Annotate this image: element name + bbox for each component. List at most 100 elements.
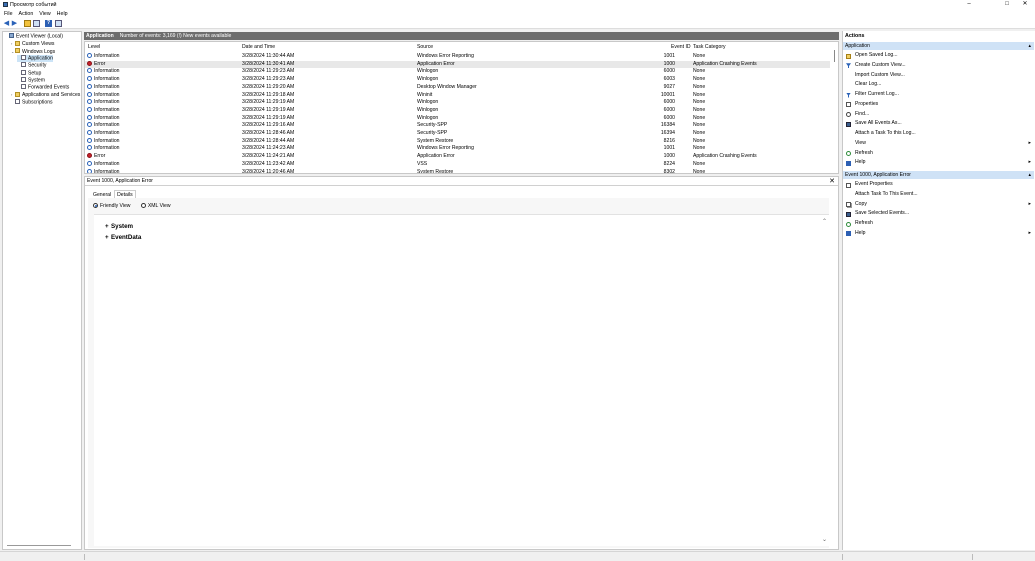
cell-date: 3/28/2024 11:28:44 AM [242,137,295,144]
friendly-view-label: Friendly View [100,203,131,209]
show-hide-tree-icon[interactable] [33,20,40,27]
cell-date: 3/28/2024 11:23:42 AM [242,160,295,167]
table-row[interactable]: Information 3/28/2024 11:20:46 AM System R… [85,168,830,173]
center-panel: Application Number of events: 3,169 (!) N… [84,31,839,550]
cell-date: 3/28/2024 11:28:46 AM [242,130,295,136]
action-create-custom-view[interactable]: Create Custom View... [843,61,1034,71]
tree-item-system[interactable]: System [17,76,45,84]
close-button[interactable]: ✕ [1015,0,1035,10]
close-detail-icon[interactable]: ✕ [829,177,835,186]
table-row[interactable]: Information 3/28/2024 11:29:19 AM Winlogon… [85,106,830,115]
table-row[interactable]: Error 3/28/2024 11:30:41 AM Application Er… [85,60,830,69]
collapse-icon[interactable]: ▴ [1028,42,1031,50]
help-icon[interactable]: ? [45,20,52,27]
table-row[interactable]: Information 3/28/2024 11:29:20 AM Desktop … [85,83,830,92]
column-event-id[interactable]: Event ID [671,44,691,51]
cell-level: Information [94,68,120,75]
action-open-saved-log[interactable]: Open Saved Log... [843,51,1034,61]
tree-item-setup[interactable]: Setup [17,69,41,77]
grid-vertical-scrollbar[interactable] [834,50,835,62]
action-copy[interactable]: Copy ▸ [843,200,1034,210]
tree-item-custom-views[interactable]: › Custom Views [11,40,54,47]
open-log-icon [846,53,851,59]
find-icon [846,112,851,117]
action-save-all-events-as[interactable]: Save All Events As... [843,119,1034,129]
tree-item-windows-logs[interactable]: ⌄ Windows Logs [11,48,55,55]
table-row[interactable]: Information 3/28/2024 11:28:44 AM System R… [85,137,830,146]
action-import-custom-view[interactable]: Import Custom View... [843,71,1034,81]
table-row[interactable]: Information 3/28/2024 11:29:19 AM Winlogon… [85,114,830,123]
maximize-button[interactable]: □ [997,0,1017,10]
scroll-down-icon[interactable]: ⌄ [822,536,827,543]
folder-up-icon[interactable] [24,20,31,27]
table-row[interactable]: Information 3/28/2024 11:24:23 AM Windows … [85,145,830,153]
action-find[interactable]: Find... [843,110,1034,120]
actions-section-header[interactable]: Application ▴ [843,42,1034,50]
cell-event-id: 6003 [663,76,675,83]
friendly-view-radio[interactable]: Friendly View [93,202,130,210]
action-filter-current-log[interactable]: Filter Current Log... [843,90,1034,100]
section-eventdata[interactable]: + EventData [105,234,141,241]
information-icon [87,122,92,128]
column-level[interactable]: Level [88,44,100,51]
save-icon [846,211,851,217]
filter-icon [846,63,851,69]
action-event-properties[interactable]: Event Properties [843,180,1034,190]
tree-item-forwarded-events[interactable]: Forwarded Events [17,84,69,91]
table-row[interactable]: Information 3/28/2024 11:29:23 AM Winlogon… [85,76,830,84]
action-label: Help [855,229,866,236]
cell-source: Winlogon [417,68,439,75]
tree-item-subscriptions[interactable]: Subscriptions [11,98,53,106]
table-row[interactable]: Error 3/28/2024 11:24:21 AM Application Er… [85,153,830,161]
status-divider [84,554,85,560]
table-row[interactable]: Information 3/28/2024 11:29:16 AM Security… [85,122,830,130]
table-row[interactable]: Information 3/28/2024 11:29:19 AM Winlogon… [85,99,830,107]
table-row[interactable]: Information 3/28/2024 11:23:42 AM VSS 8224 N… [85,160,830,169]
cell-event-id: 16384 [660,122,675,129]
action-help[interactable]: Help ▸ [843,229,1034,239]
tree-item-application[interactable]: Application [17,54,53,62]
action-attach-a-task-to-this-log[interactable]: Attach a Task To this Log... [843,129,1034,139]
refresh-icon [846,221,851,227]
cell-event-id: 8216 [663,137,675,144]
action-help[interactable]: Help ▸ [843,158,1034,168]
action-view[interactable]: View ▸ [843,139,1034,149]
back-arrow-icon[interactable]: ◀ [3,20,10,27]
tree-item-event-viewer-local[interactable]: Event Viewer (Local) [5,33,63,40]
column-date[interactable]: Date and Time [242,44,275,51]
action-properties[interactable]: Properties [843,100,1034,110]
properties-pane-icon[interactable] [55,20,62,27]
action-attach-task-to-this-event[interactable]: Attach Task To This Event... [843,190,1034,200]
window-title: Просмотр событий [10,2,57,8]
menu-action[interactable]: Action [17,10,36,18]
column-source[interactable]: Source [417,44,433,51]
table-row[interactable]: Information 3/28/2024 11:28:46 AM Security… [85,130,830,138]
minimize-button[interactable]: – [959,0,979,10]
action-label: Properties [855,100,879,107]
collapse-icon[interactable]: ▴ [1028,171,1031,179]
action-refresh[interactable]: Refresh [843,149,1034,159]
cell-event-id: 16394 [660,130,675,136]
tree-item-applications-and-services-lo[interactable]: › Applications and Services Lo [11,91,81,98]
event-viewer-window: Просмотр событий – □ ✕ File Action View Hel… [0,0,1035,561]
scroll-up-icon[interactable]: ⌃ [822,218,827,225]
action-clear-log[interactable]: Clear Log... [843,80,1034,90]
xml-view-radio[interactable]: XML View [140,202,171,210]
menu-view[interactable]: View [37,10,52,18]
tree-item-security[interactable]: Security [17,62,46,69]
table-row[interactable]: Information 3/28/2024 11:30:44 AM Windows … [85,53,830,61]
forward-arrow-icon[interactable]: ▶ [11,20,18,27]
actions-section-header[interactable]: Event 1000, Application Error ▴ [843,171,1034,179]
cell-source: Application Error [417,153,455,160]
table-row[interactable]: Information 3/28/2024 11:29:23 AM Winlogon… [85,68,830,76]
section-system[interactable]: + System [105,223,133,230]
cell-level: Information [94,76,120,83]
action-save-selected-events[interactable]: Save Selected Events... [843,209,1034,219]
action-refresh[interactable]: Refresh [843,219,1034,229]
column-task-category[interactable]: Task Category [693,44,726,51]
tree-horizontal-scrollbar[interactable] [7,545,71,546]
table-row[interactable]: Information 3/28/2024 11:29:18 AM Wininit 1… [85,91,830,100]
menu-file[interactable]: File [2,10,15,18]
event-viewer-icon [3,2,8,7]
menu-help[interactable]: Help [55,10,70,18]
